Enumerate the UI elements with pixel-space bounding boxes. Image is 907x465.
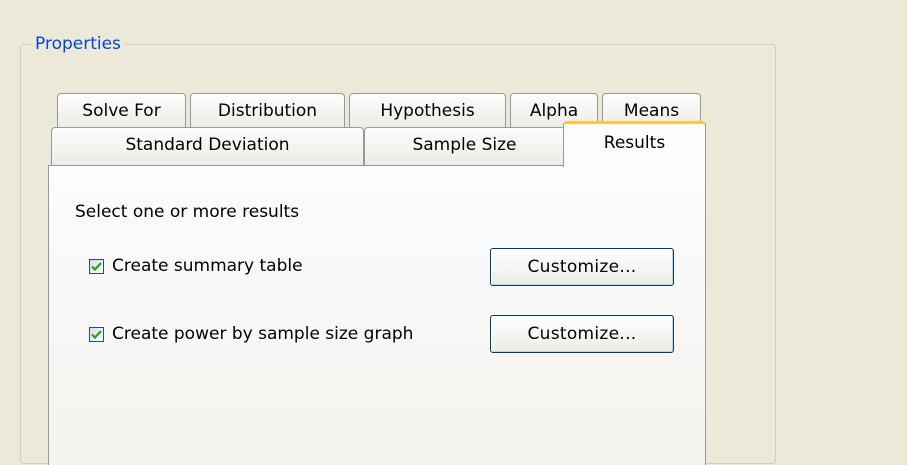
tab-hypothesis[interactable]: Hypothesis: [349, 93, 506, 129]
tab-results[interactable]: Results: [563, 121, 706, 167]
summary-table-checkbox[interactable]: [89, 258, 104, 274]
check-icon: [91, 329, 102, 339]
summary-table-option[interactable]: Create summary table: [89, 256, 303, 276]
power-graph-label: Create power by sample size graph: [112, 324, 414, 344]
tab-sample-size[interactable]: Sample Size: [364, 127, 565, 165]
results-prompt: Select one or more results: [75, 202, 300, 222]
tab-solve-for[interactable]: Solve For: [57, 93, 186, 129]
tab-standard-deviation[interactable]: Standard Deviation: [51, 127, 364, 165]
properties-title: Properties: [32, 34, 124, 54]
customize-summary-table-button[interactable]: Customize...: [490, 248, 674, 286]
summary-table-label: Create summary table: [112, 256, 303, 276]
tab-distribution[interactable]: Distribution: [190, 93, 345, 129]
power-graph-checkbox[interactable]: [89, 326, 104, 342]
customize-power-graph-button[interactable]: Customize...: [490, 315, 674, 353]
power-graph-option[interactable]: Create power by sample size graph: [89, 324, 413, 344]
check-icon: [91, 261, 102, 271]
